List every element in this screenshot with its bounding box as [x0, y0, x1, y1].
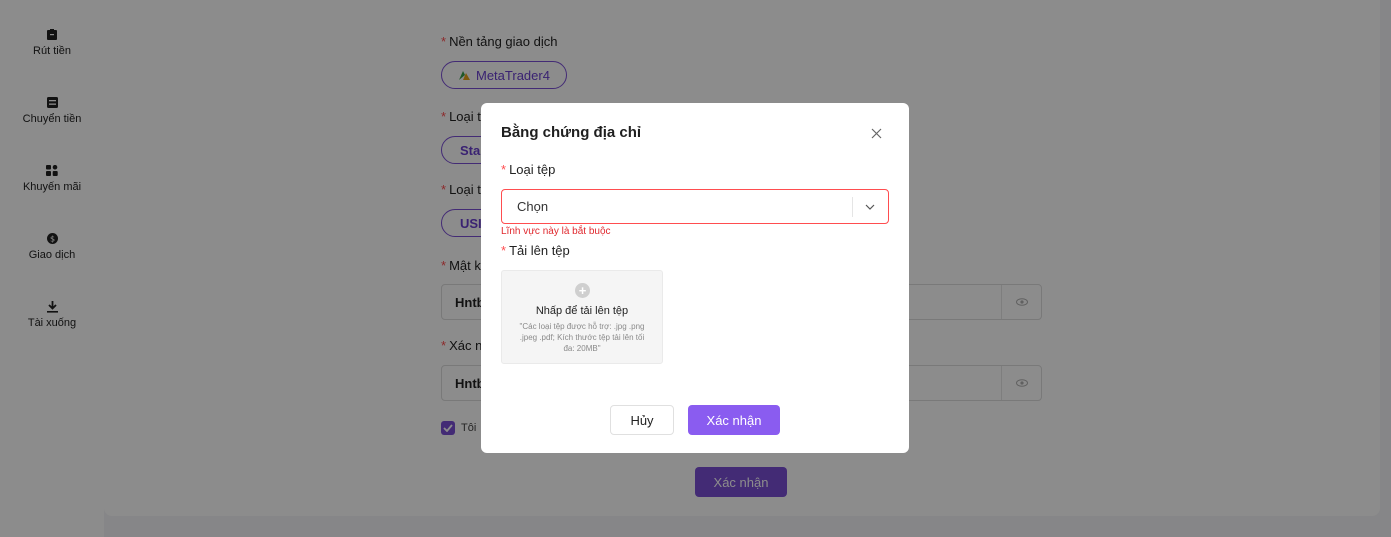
modal-title: Bằng chứng địa chỉ	[501, 124, 642, 141]
file-type-error: Lĩnh vực này là bắt buộc	[501, 226, 611, 237]
file-type-placeholder: Chọn	[517, 199, 549, 214]
file-type-select[interactable]: Chọn	[501, 189, 889, 224]
file-upload-area[interactable]: + Nhấp để tải lên tệp "Các loại tệp được…	[501, 270, 663, 364]
select-divider	[852, 197, 853, 217]
proof-of-address-modal: Bằng chứng địa chỉ * Loại tệp Chọn Lĩnh v…	[481, 103, 909, 453]
plus-circle-icon: +	[575, 283, 590, 298]
close-icon[interactable]	[868, 125, 884, 141]
confirm-button[interactable]: Xác nhận	[688, 405, 780, 435]
upload-label: * Tải lên tệp	[501, 243, 570, 258]
upload-title: Nhấp để tải lên tệp	[535, 305, 629, 317]
cancel-button[interactable]: Hủy	[610, 405, 674, 435]
chevron-down-icon[interactable]	[862, 200, 878, 214]
upload-hint: "Các loại tệp được hỗ trợ: .jpg .png .jp…	[519, 322, 645, 353]
file-type-label: * Loại tệp	[501, 162, 556, 177]
